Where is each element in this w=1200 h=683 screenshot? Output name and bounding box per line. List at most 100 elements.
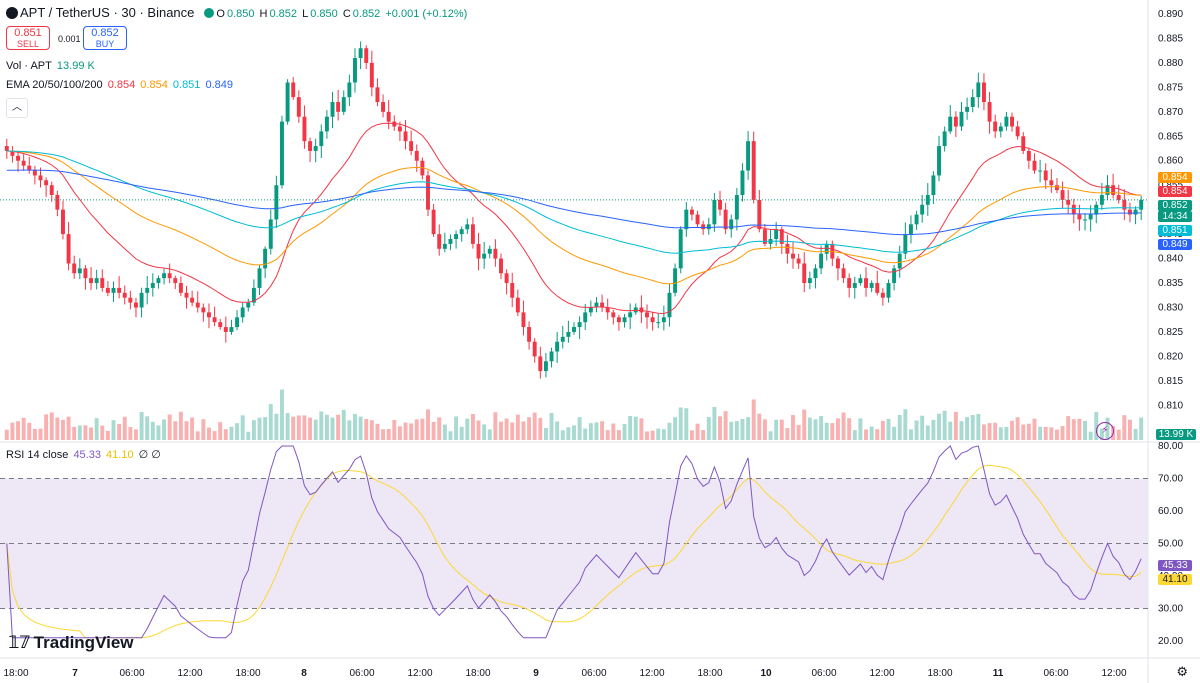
time-tick-label: 06:00 <box>811 668 836 679</box>
candle-body <box>291 82 296 98</box>
volume-bar <box>482 424 487 440</box>
volume-bar <box>83 425 88 440</box>
candle-body <box>549 351 554 362</box>
volume-bar <box>633 416 638 440</box>
time-tick-label: 18:00 <box>927 668 952 679</box>
volume-bar <box>864 429 868 440</box>
candle-body <box>987 102 992 122</box>
candle-body <box>796 258 801 264</box>
volume-bar <box>886 418 891 440</box>
candle-body <box>1049 180 1054 186</box>
volume-bar <box>454 416 459 440</box>
ema200-value: 0.849 <box>205 79 234 91</box>
price-tick-label: 0.840 <box>1158 254 1183 265</box>
candle-body <box>942 131 947 147</box>
volume-bar <box>274 413 279 440</box>
candle-body <box>61 209 65 235</box>
pair-title[interactable]: APT / TetherUS · 30 · Binance <box>20 5 194 20</box>
chart-canvas[interactable]: 0.8900.8850.8800.8750.8700.8650.8600.855… <box>0 0 1200 683</box>
volume-bar <box>257 417 262 440</box>
volume-bar <box>1015 417 1020 440</box>
volume-bar <box>94 418 99 440</box>
candle-body <box>319 131 324 147</box>
candle-body <box>1026 150 1031 161</box>
volume-bar <box>819 416 824 440</box>
candle-body <box>212 317 217 323</box>
volume-bar <box>44 414 49 440</box>
candle-body <box>274 185 279 220</box>
buy-price: 0.852 <box>91 27 119 39</box>
volume-bar <box>16 421 21 440</box>
volume-bar <box>959 421 964 440</box>
sell-button[interactable]: 0.851 SELL <box>6 26 50 50</box>
candle-body <box>678 229 683 269</box>
candle-body <box>386 111 391 122</box>
candle-body <box>296 97 301 117</box>
candle-body <box>847 278 852 288</box>
ema200-price-tag: 0.849 <box>1158 239 1192 250</box>
gear-icon[interactable]: ⚙ <box>1176 664 1188 680</box>
volume-bar <box>577 417 582 440</box>
volume-bar <box>892 426 897 440</box>
candle-body <box>673 268 678 293</box>
buy-button[interactable]: 0.852 BUY <box>83 26 127 50</box>
volume-bar <box>583 428 588 440</box>
candle-body <box>858 278 863 284</box>
candle-body <box>167 273 172 279</box>
candle-body <box>897 253 902 269</box>
candle-body <box>970 97 975 107</box>
candle-body <box>229 327 234 332</box>
candle-body <box>437 234 442 249</box>
volume-bar <box>285 413 290 440</box>
candle-body <box>38 175 43 181</box>
volume-bar <box>459 426 464 440</box>
candle-body <box>852 283 857 288</box>
volume-bar <box>1127 419 1132 440</box>
candle-body <box>1054 185 1059 191</box>
volume-bar <box>667 422 672 440</box>
ema100-price-tag: 0.851 <box>1158 225 1192 236</box>
volume-bar <box>246 431 251 440</box>
volume-bar <box>369 420 374 440</box>
volume-bar <box>942 410 947 440</box>
time-tick-label: 18:00 <box>235 668 260 679</box>
volume-bar <box>678 407 683 440</box>
volume-bar <box>134 429 138 440</box>
ema-legend[interactable]: EMA 20/50/100/200 0.854 0.854 0.851 0.84… <box>6 78 235 92</box>
volume-legend[interactable]: Vol · APT 13.99 K <box>6 59 97 73</box>
rsi-legend[interactable]: RSI 14 close 45.33 41.10 ∅ ∅ <box>6 448 163 462</box>
volume-bar <box>993 422 998 440</box>
volume-bar <box>908 429 913 440</box>
volume-bar <box>251 420 256 440</box>
candle-body <box>948 116 953 132</box>
volume-bar <box>757 413 762 440</box>
candle-body <box>993 121 998 132</box>
candle-body <box>965 106 970 112</box>
candle-body <box>89 278 94 284</box>
volume-bar <box>953 411 958 440</box>
candle-body <box>105 287 110 293</box>
chevron-up-icon[interactable]: ︿ <box>6 98 28 118</box>
volume-bar <box>830 423 835 440</box>
volume-bar <box>616 430 621 440</box>
candle-body <box>184 292 189 298</box>
rsi-tick-label: 30.00 <box>1158 604 1183 615</box>
candle-body <box>280 121 284 186</box>
volume-bar <box>740 418 745 440</box>
volume-bar <box>532 412 537 440</box>
candle-body <box>931 175 936 195</box>
candle-body <box>431 209 436 235</box>
tradingview-logo[interactable]: 𝟙𝟟 TradingView <box>8 633 134 653</box>
time-tick-label: 06:00 <box>349 668 374 679</box>
candle-body <box>560 336 565 342</box>
candle-body <box>515 297 520 313</box>
candle-body <box>117 287 122 293</box>
bar-countdown: 14:34 <box>1158 211 1192 222</box>
volume-bar <box>1026 423 1031 440</box>
volume-bar <box>223 429 228 440</box>
volume-price-tag: 13.99 K <box>1156 429 1196 440</box>
candle-body <box>616 317 621 323</box>
lightning-icon[interactable]: ⚡ <box>1096 422 1114 440</box>
sell-price: 0.851 <box>14 27 42 39</box>
candle-body <box>791 253 795 259</box>
